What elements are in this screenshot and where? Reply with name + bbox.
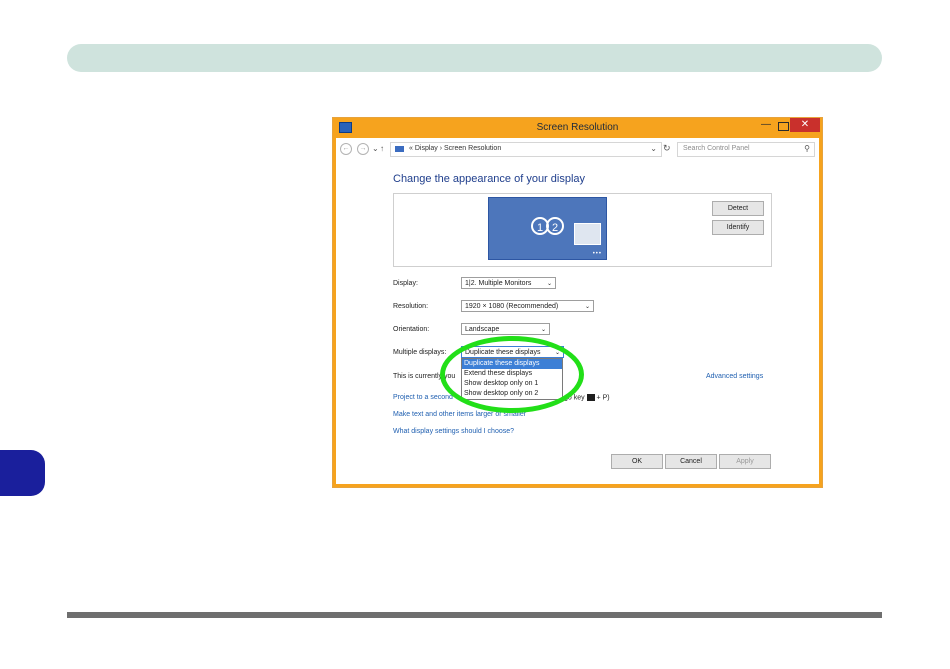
orientation-select[interactable]: Landscape ⌄ (461, 323, 550, 335)
page-header-band (67, 44, 882, 72)
monitor-preview[interactable]: 1 2 ••• (488, 197, 607, 260)
search-placeholder: Search Control Panel (683, 145, 750, 152)
page-title: Change the appearance of your display (393, 173, 586, 185)
breadcrumb-text: « Display › Screen Resolution (409, 145, 502, 152)
windows-logo-icon (586, 394, 595, 401)
refresh-icon[interactable]: ↻ (663, 143, 671, 154)
apply-button[interactable]: Apply (719, 454, 771, 469)
search-input[interactable]: Search Control Panel ⚲ (677, 142, 815, 157)
resolution-label: Resolution: (393, 303, 429, 310)
close-button[interactable]: ✕ (790, 118, 820, 132)
chapter-tab (0, 450, 45, 496)
display-settings-help-link[interactable]: What display settings should I choose? (393, 428, 514, 435)
project-second-screen-link[interactable]: Project to a second (393, 394, 453, 401)
forward-arrow-icon[interactable]: → (357, 143, 369, 155)
chevron-down-icon: ⌄ (546, 281, 552, 287)
recent-locations-chevron-icon[interactable]: ⌄ (372, 144, 379, 153)
display-icon (395, 146, 404, 152)
orientation-select-value: Landscape (465, 326, 500, 333)
monitor-number-2: 2 (546, 217, 564, 235)
monitor-grid-icon (574, 223, 601, 245)
display-label: Display: (393, 280, 418, 287)
resolution-select[interactable]: 1920 × 1080 (Recommended) ⌄ (461, 300, 594, 312)
display-select-value: 1|2. Multiple Monitors (465, 280, 532, 287)
up-arrow-icon[interactable]: ↑ (380, 144, 384, 153)
highlight-ring (440, 336, 584, 413)
back-arrow-icon[interactable]: ← (340, 143, 352, 155)
minimize-button[interactable]: — (760, 120, 772, 133)
maximize-button[interactable] (778, 122, 789, 131)
detect-button[interactable]: Detect (712, 201, 764, 216)
screen-resolution-window: Screen Resolution — ✕ ← → ⌄ ↑ « Display … (332, 117, 823, 488)
resolution-select-value: 1920 × 1080 (Recommended) (465, 303, 559, 310)
search-icon[interactable]: ⚲ (804, 144, 810, 153)
chevron-down-icon: ⌄ (540, 327, 546, 333)
project-shortcut-tail: + P) (596, 394, 610, 402)
page-footer-rule (67, 612, 882, 618)
multiple-displays-label: Multiple displays: (393, 349, 447, 356)
orientation-label: Orientation: (393, 326, 430, 333)
ok-button[interactable]: OK (611, 454, 663, 469)
breadcrumb[interactable]: « Display › Screen Resolution ⌄ (390, 142, 662, 157)
window-client-area: ← → ⌄ ↑ « Display › Screen Resolution ⌄ … (336, 138, 819, 484)
address-bar: ← → ⌄ ↑ « Display › Screen Resolution ⌄ … (336, 138, 819, 160)
window-title: Screen Resolution (536, 122, 619, 133)
identify-button[interactable]: Identify (712, 220, 764, 235)
cancel-button[interactable]: Cancel (665, 454, 717, 469)
display-preview: 1 2 ••• Detect Identify (393, 193, 772, 267)
advanced-settings-link[interactable]: Advanced settings (706, 373, 763, 380)
more-dots-icon: ••• (592, 251, 602, 257)
address-dropdown-icon[interactable]: ⌄ (650, 144, 657, 153)
display-select[interactable]: 1|2. Multiple Monitors ⌄ (461, 277, 556, 289)
chevron-down-icon: ⌄ (584, 304, 590, 310)
title-bar[interactable]: Screen Resolution — ✕ (333, 118, 822, 138)
